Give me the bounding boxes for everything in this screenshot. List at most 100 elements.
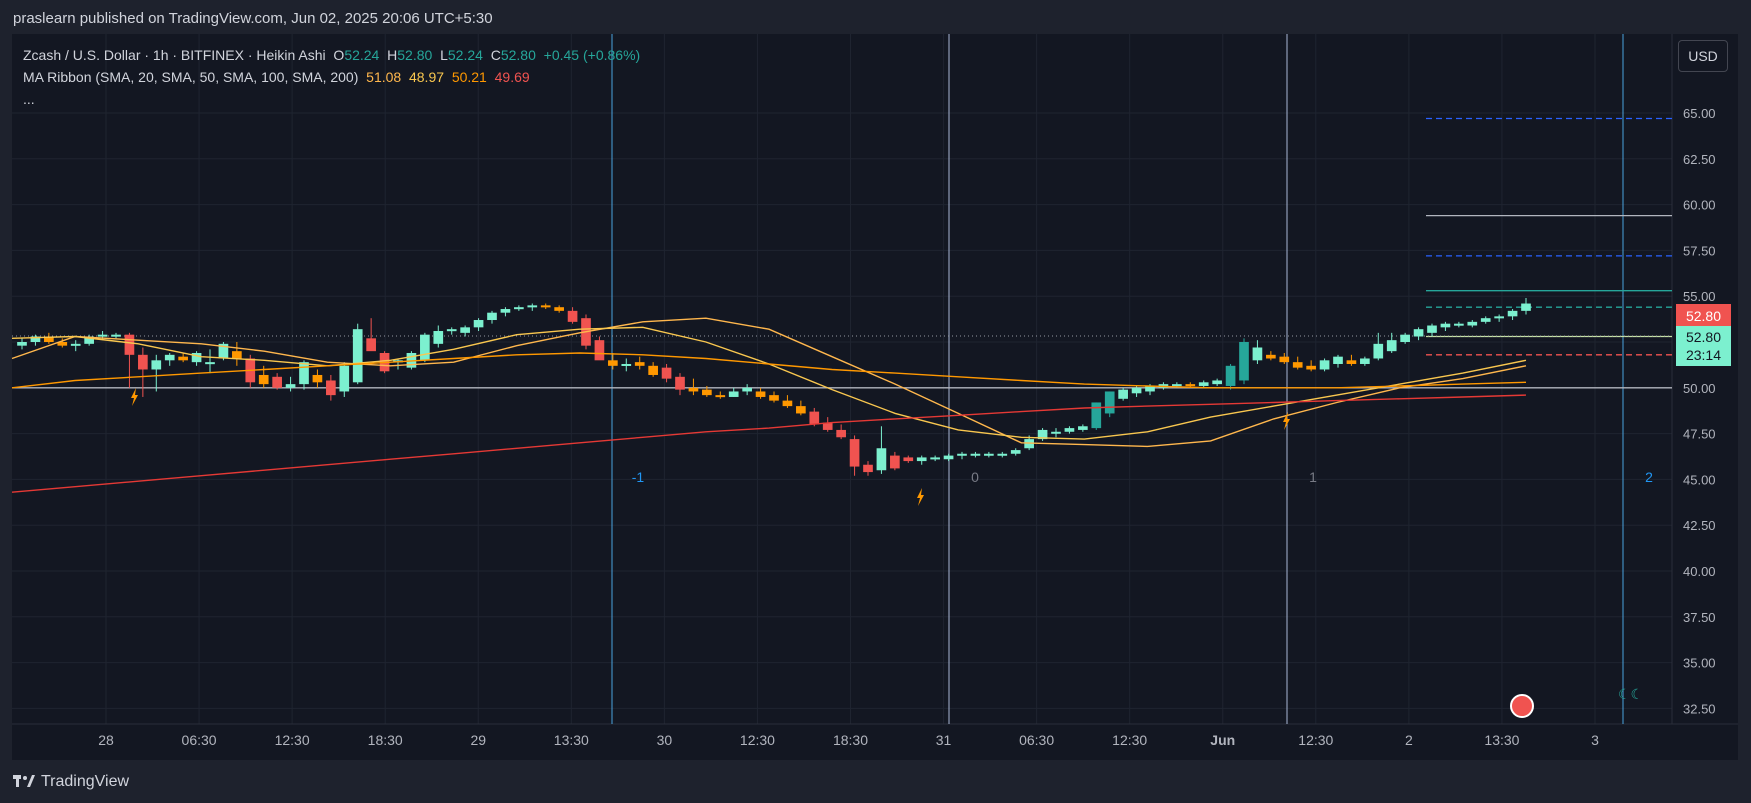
candle-body [836,429,846,438]
candle-body [608,360,618,366]
x-tick-label: 06:30 [182,732,217,748]
candle-body [1494,316,1504,319]
candle-body [943,455,954,460]
ma-value-100: 50.21 [451,69,487,85]
candle-body [849,439,860,467]
footer-bar [0,760,1751,803]
candle-body [1266,354,1276,359]
bar-countdown: 23:14 [1685,347,1722,363]
ma-ribbon-label[interactable]: MA Ribbon (SMA, 20, SMA, 50, SMA, 100, S… [23,69,358,85]
candle-body [285,384,296,388]
candle-body [299,362,309,385]
tradingview-logo-icon [13,775,35,787]
candle-body [796,406,806,414]
candle-body [1400,334,1410,342]
candle-body [312,374,323,383]
candle-body [769,395,779,401]
candle-body [1198,382,1209,386]
candle-body [688,387,699,392]
y-tick-label: 65.00 [1683,106,1716,121]
candle-body [1306,365,1316,370]
candle-body [594,340,605,361]
candle-body [997,453,1008,456]
candle-body [151,360,162,370]
candle-body [648,365,658,375]
y-tick-label: 57.50 [1683,243,1716,258]
tradingview-logo[interactable]: TradingView [13,772,129,792]
candle-body [728,391,739,397]
change-value: +0.45 (+0.86%) [543,47,641,63]
candle-body [1252,347,1263,361]
candle-body [930,457,940,460]
candle-body [1239,342,1249,381]
lightning-icon [917,488,924,506]
chart-canvas[interactable]: 65.0062.5060.0057.5055.0052.5050.0047.50… [0,0,1751,803]
candle-body [621,363,632,366]
candle-body [1507,310,1518,317]
cycle-label: 1 [1309,469,1317,485]
candle-body [702,389,712,396]
x-tick-label: 3 [1591,732,1599,748]
moon-phase-icon: ☾☾ [1618,686,1644,702]
more-indicators[interactable]: ... [23,88,640,110]
candle-body [890,455,900,469]
candle-body [540,305,551,308]
symbol-name[interactable]: Zcash / U.S. Dollar · 1h · BITFINEX · He… [23,47,326,63]
x-tick-label: 18:30 [368,732,403,748]
candle-body [782,400,793,407]
candle-body [17,342,27,346]
candle-body [661,367,672,379]
candle-body [272,376,282,388]
candle-body [1172,384,1182,387]
candle-body [755,391,766,397]
candle-body [984,453,994,456]
candle-body [232,351,242,359]
candle-body [1467,321,1478,326]
candle-body [97,334,108,337]
candle-body [366,338,376,352]
candle-body [70,343,81,346]
y-tick-label: 60.00 [1683,198,1716,213]
high-value: 52.80 [397,47,433,63]
candle-body [876,448,887,471]
candle-body [205,362,215,365]
x-tick-label: 31 [936,732,952,748]
lightning-icon [131,388,138,406]
symbol-row[interactable]: Zcash / U.S. Dollar · 1h · BITFINEX · He… [23,44,640,66]
candle-body [1091,402,1102,429]
y-tick-label: 55.00 [1683,289,1716,304]
close-value: 52.80 [500,47,536,63]
x-tick-label: 29 [470,732,486,748]
x-tick-label: 12:30 [1298,732,1333,748]
us-flag-event-icon[interactable] [1510,694,1534,718]
candle-body [487,312,497,321]
candle-body [863,464,873,473]
y-tick-label: 32.50 [1683,701,1716,716]
candle-body [809,411,820,425]
candle-body [124,334,135,355]
candle-body [715,395,726,398]
candle-body [970,453,981,456]
open-value: 52.24 [344,47,380,63]
candle-body [1333,356,1343,364]
candle-body [1413,329,1424,337]
candle-body [1440,323,1451,328]
candle-body [1104,391,1115,414]
cycle-label: 2 [1645,469,1653,485]
low-value: 52.24 [447,47,483,63]
x-tick-label: 12:30 [275,732,310,748]
candle-body [1319,360,1330,370]
currency-button[interactable]: USD [1678,40,1728,72]
candle-body [1279,356,1290,363]
candle-body [903,457,914,462]
last-price-tag: 52.80 23:14 [1676,326,1731,366]
y-tick-label: 40.00 [1683,564,1716,579]
candle-body [567,310,578,322]
ma-ribbon-row[interactable]: MA Ribbon (SMA, 20, SMA, 50, SMA, 100, S… [23,66,640,88]
candle-body [138,354,148,370]
candle-body [352,329,363,383]
candle-body [460,327,470,333]
candle-body [1360,358,1370,364]
candle-body [554,307,564,311]
candle-body [1078,426,1088,430]
